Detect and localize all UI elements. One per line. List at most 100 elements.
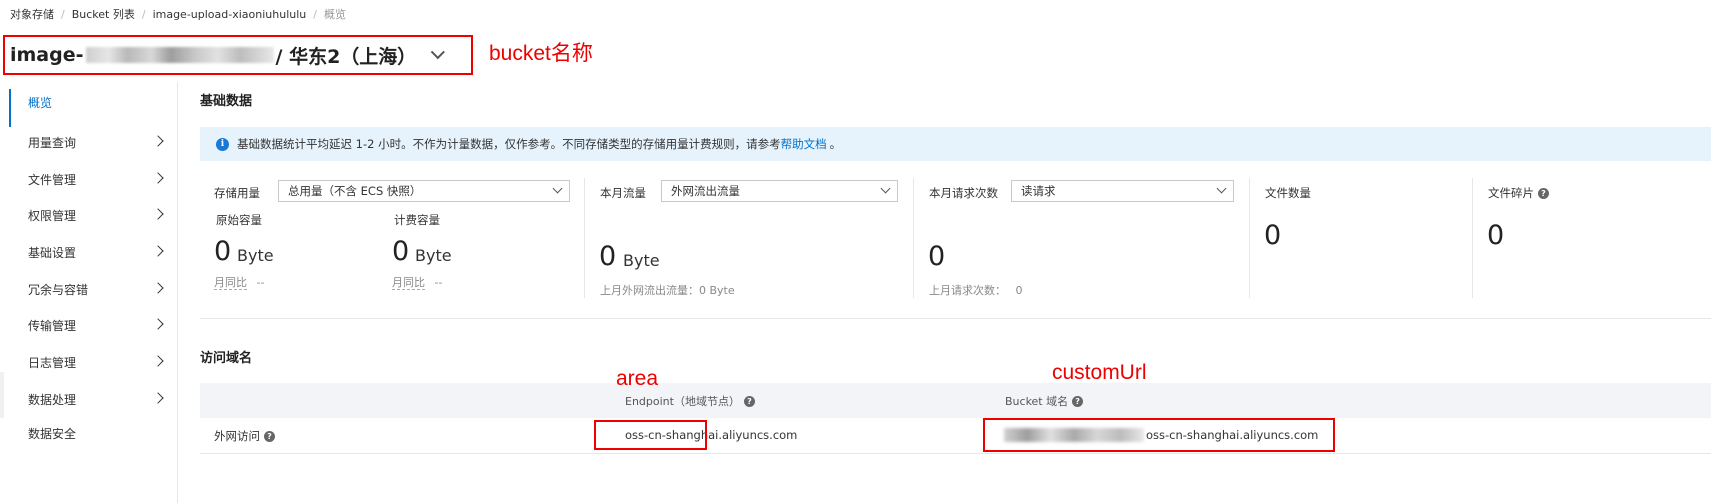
billing-capacity-label: 计费容量 bbox=[394, 213, 440, 227]
sidebar-item-files[interactable]: 文件管理 bbox=[0, 164, 178, 194]
annotation-area: area bbox=[616, 367, 659, 390]
storage-usage-label: 存储用量 bbox=[214, 186, 260, 200]
breadcrumb-bucket-list[interactable]: Bucket 列表 bbox=[72, 6, 135, 22]
month-compare-value: -- bbox=[434, 276, 443, 289]
chevron-right-icon bbox=[152, 245, 164, 257]
sidebar-item-label: 用量查询 bbox=[28, 135, 77, 150]
sidebar-item-label: 文件管理 bbox=[28, 172, 77, 187]
traffic-value: 0 bbox=[599, 241, 617, 272]
sidebar-item-data-security[interactable]: 数据安全 bbox=[0, 418, 178, 448]
card-divider bbox=[913, 178, 914, 298]
storage-type-value: 总用量（不含 ECS 快照） bbox=[288, 184, 422, 198]
traffic-last-month: 上月外网流出流量：0 Byte bbox=[600, 284, 735, 297]
traffic-unit: Byte bbox=[623, 251, 660, 270]
sidebar-item-label: 数据安全 bbox=[28, 426, 77, 441]
file-fragments-label: 文件碎片? bbox=[1488, 185, 1549, 201]
row-type-public: 外网访问? bbox=[214, 428, 275, 444]
original-capacity-compare: 月同比 -- bbox=[214, 274, 264, 290]
sidebar-scrollbar[interactable] bbox=[0, 372, 4, 418]
help-question-icon[interactable]: ? bbox=[264, 430, 275, 442]
requests-last-month: 上月请求次数： 0 bbox=[929, 282, 1023, 298]
chevron-right-icon bbox=[152, 172, 164, 184]
billing-capacity-value: 0 bbox=[392, 236, 410, 267]
help-question-icon[interactable]: ? bbox=[1538, 188, 1549, 199]
annotation-box-bucket bbox=[3, 35, 473, 75]
sidebar-item-label: 权限管理 bbox=[28, 208, 77, 223]
column-header-label: Endpoint（地域节点） bbox=[625, 395, 740, 408]
annotation-custom-url: customUrl bbox=[1052, 361, 1147, 384]
sidebar-item-data-processing[interactable]: 数据处理 bbox=[0, 384, 178, 414]
file-count-value: 0 bbox=[1264, 220, 1282, 251]
card-divider bbox=[1472, 178, 1473, 298]
notice-text: 基础数据统计平均延迟 1-2 小时。不作为计量数据，仅作参考。不同存储类型的存储… bbox=[237, 137, 781, 151]
info-notice: i 基础数据统计平均延迟 1-2 小时。不作为计量数据，仅作参考。不同存储类型的… bbox=[200, 127, 1711, 161]
month-compare-value: -- bbox=[256, 276, 265, 289]
chevron-down-icon bbox=[552, 183, 563, 194]
breadcrumb-separator: / bbox=[141, 7, 146, 21]
column-header-label: Bucket 域名 bbox=[1005, 395, 1069, 408]
notice-suffix: 。 bbox=[829, 137, 842, 151]
annotation-box-area bbox=[594, 420, 707, 450]
requests-label: 本月请求次数 bbox=[929, 186, 998, 200]
basic-data-title: 基础数据 bbox=[200, 94, 253, 109]
requests-last-month-value: 0 bbox=[1015, 284, 1023, 297]
sidebar-item-label: 冗余与容错 bbox=[28, 282, 89, 297]
file-fragments-value: 0 bbox=[1487, 220, 1505, 251]
chevron-right-icon bbox=[152, 282, 164, 294]
card-divider bbox=[584, 178, 585, 298]
request-type-select[interactable]: 读请求 bbox=[1011, 180, 1234, 202]
chevron-right-icon bbox=[152, 208, 164, 220]
section-divider bbox=[200, 318, 1711, 319]
sidebar-item-label: 传输管理 bbox=[28, 318, 77, 333]
sidebar-item-basic-settings[interactable]: 基础设置 bbox=[0, 237, 178, 267]
column-header-bucket-domain: Bucket 域名? bbox=[1005, 393, 1084, 409]
chevron-right-icon bbox=[152, 355, 164, 367]
breadcrumb-separator: / bbox=[61, 7, 65, 21]
sidebar-item-label: 概览 bbox=[28, 95, 53, 110]
chevron-down-icon bbox=[1216, 183, 1227, 194]
help-doc-link[interactable]: 帮助文档 bbox=[781, 136, 827, 152]
column-header-endpoint: Endpoint（地域节点）? bbox=[625, 393, 755, 409]
traffic-type-select[interactable]: 外网流出流量 bbox=[661, 180, 898, 202]
annotation-bucket: bucket名称 bbox=[489, 42, 593, 65]
table-row-divider bbox=[200, 453, 1711, 454]
breadcrumb-object-storage[interactable]: 对象存储 bbox=[10, 6, 54, 22]
original-capacity-unit: Byte bbox=[237, 246, 274, 265]
sidebar: 概览 用量查询 文件管理 权限管理 基础设置 冗余与容错 传输管理 日志管理 数… bbox=[0, 82, 178, 503]
card-divider bbox=[1249, 178, 1250, 298]
sidebar-item-transfer[interactable]: 传输管理 bbox=[0, 310, 178, 340]
sidebar-item-logs[interactable]: 日志管理 bbox=[0, 347, 178, 377]
chevron-down-icon bbox=[880, 183, 891, 194]
storage-type-select[interactable]: 总用量（不含 ECS 快照） bbox=[278, 180, 570, 202]
billing-capacity-compare: 月同比 -- bbox=[392, 274, 442, 290]
sidebar-item-label: 日志管理 bbox=[28, 355, 77, 370]
annotation-box-custom-url bbox=[983, 418, 1335, 452]
sidebar-item-usage[interactable]: 用量查询 bbox=[0, 127, 178, 157]
traffic-label: 本月流量 bbox=[600, 186, 646, 200]
billing-capacity-unit: Byte bbox=[415, 246, 452, 265]
sidebar-item-label: 基础设置 bbox=[28, 245, 77, 260]
breadcrumb: 对象存储 / Bucket 列表 / image-upload-xiaoniuh… bbox=[10, 6, 346, 22]
chevron-right-icon bbox=[152, 135, 164, 147]
original-capacity-value: 0 bbox=[214, 236, 232, 267]
original-capacity-label: 原始容量 bbox=[216, 213, 262, 227]
breadcrumb-bucket-name[interactable]: image-upload-xiaoniuhululu bbox=[153, 8, 307, 21]
requests-value: 0 bbox=[928, 241, 946, 272]
sidebar-item-overview[interactable]: 概览 bbox=[0, 87, 178, 127]
request-type-value: 读请求 bbox=[1021, 184, 1056, 198]
help-question-icon[interactable]: ? bbox=[743, 395, 755, 407]
sidebar-item-redundancy[interactable]: 冗余与容错 bbox=[0, 274, 178, 304]
breadcrumb-current: 概览 bbox=[323, 8, 346, 21]
help-question-icon[interactable]: ? bbox=[1072, 395, 1084, 407]
sidebar-item-permissions[interactable]: 权限管理 bbox=[0, 200, 178, 230]
requests-last-month-label: 上月请求次数： bbox=[929, 284, 1006, 297]
row-type-label: 外网访问 bbox=[214, 429, 260, 443]
chevron-right-icon bbox=[152, 318, 164, 330]
file-fragments-label-text: 文件碎片 bbox=[1488, 186, 1534, 200]
month-compare-label: 月同比 bbox=[214, 276, 247, 290]
sidebar-item-label: 数据处理 bbox=[28, 392, 77, 407]
traffic-type-value: 外网流出流量 bbox=[671, 184, 740, 198]
info-icon: i bbox=[216, 137, 229, 151]
table-header bbox=[200, 383, 1711, 418]
month-compare-label: 月同比 bbox=[392, 276, 425, 290]
